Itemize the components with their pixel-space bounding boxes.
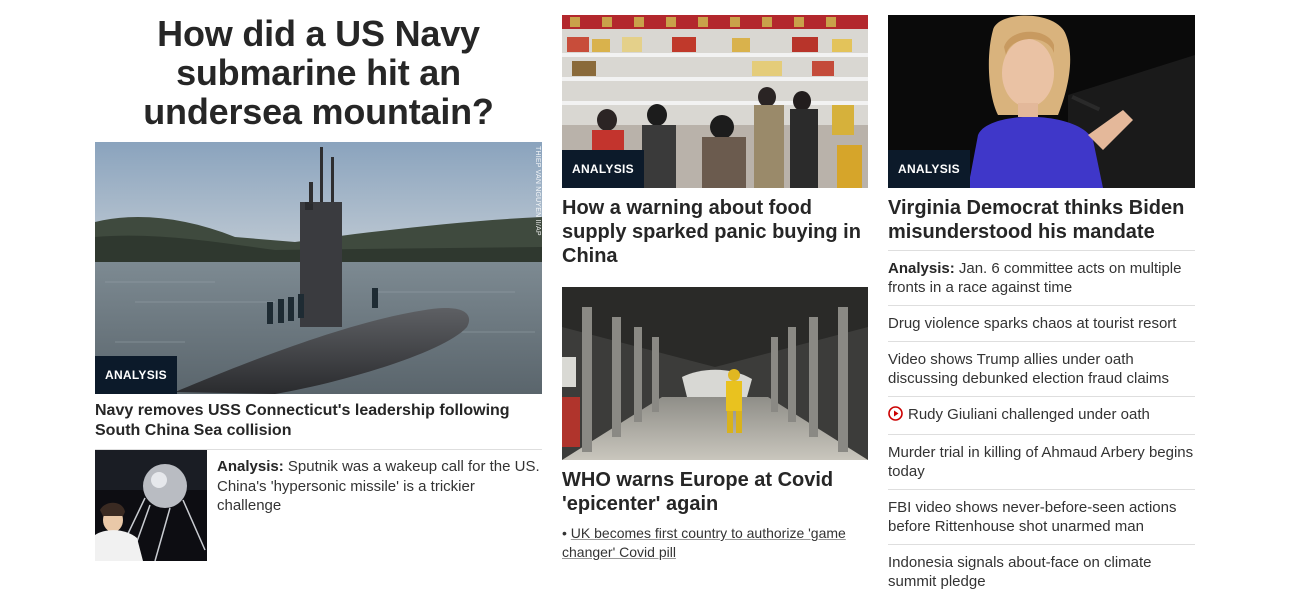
analysis-story: Analysis: Sputnik was a wakeup call for …	[95, 450, 542, 561]
list-item-text: Rudy Giuliani challenged under oath	[908, 406, 1150, 423]
virginia-democrat-headline[interactable]: Virginia Democrat thinks Biden misunders…	[888, 196, 1195, 244]
hero-headline[interactable]: Navy removes USS Connecticut's leadershi…	[95, 401, 542, 441]
lead-headline[interactable]: How did a US Navy submarine hit an under…	[95, 14, 542, 142]
covid-pill-text: UK becomes first country to authorize 'g…	[562, 525, 846, 560]
bullet-marker: •	[562, 525, 567, 541]
list-item-text: Murder trial in killing of Ahmaud Arbery…	[888, 444, 1194, 480]
china-food-image-link[interactable]: ANALYSIS	[562, 15, 868, 188]
photo-credit: THIEP VAN NGUYEN II/AP	[534, 146, 541, 236]
covid-europe-headline[interactable]: WHO warns Europe at Covid 'epicenter' ag…	[562, 468, 868, 516]
list-item[interactable]: FBI video shows never-before-seen action…	[888, 489, 1195, 544]
play-circle-icon	[888, 406, 903, 426]
list-item-text: Video shows Trump allies under oath disc…	[888, 351, 1169, 387]
sputnik-photo	[95, 450, 207, 561]
list-item-text: Drug violence sparks chaos at tourist re…	[888, 315, 1177, 332]
headline-list: Analysis: Jan. 6 committee acts on multi…	[888, 250, 1195, 599]
covid-europe-image-link[interactable]	[562, 287, 868, 460]
list-item[interactable]: Murder trial in killing of Ahmaud Arbery…	[888, 434, 1195, 489]
list-item[interactable]: Analysis: Jan. 6 committee acts on multi…	[888, 250, 1195, 305]
submarine-image-link[interactable]: THIEP VAN NGUYEN II/AP ANALYSIS	[95, 142, 542, 394]
list-item[interactable]: Video shows Trump allies under oath disc…	[888, 341, 1195, 396]
analysis-label: Analysis:	[888, 260, 955, 277]
list-item-video[interactable]: Rudy Giuliani challenged under oath	[888, 396, 1195, 434]
lead-column: How did a US Navy submarine hit an under…	[95, 0, 542, 561]
analysis-badge: ANALYSIS	[562, 150, 644, 188]
sputnik-thumbnail[interactable]	[95, 450, 207, 561]
analysis-link[interactable]: Analysis: Sputnik was a wakeup call for …	[217, 457, 542, 561]
list-item-text: FBI video shows never-before-seen action…	[888, 499, 1177, 535]
analysis-badge: ANALYSIS	[888, 150, 970, 188]
disinfection-photo	[562, 287, 868, 460]
covid-pill-link[interactable]: • UK becomes first country to authorize …	[562, 524, 868, 562]
middle-column: ANALYSIS How a warning about food supply…	[562, 0, 868, 562]
analysis-label: Analysis:	[217, 458, 284, 475]
china-food-headline[interactable]: How a warning about food supply sparked …	[562, 196, 868, 268]
analysis-badge: ANALYSIS	[95, 356, 177, 394]
list-item[interactable]: Drug violence sparks chaos at tourist re…	[888, 305, 1195, 341]
right-column: ANALYSIS Virginia Democrat thinks Biden …	[888, 0, 1195, 599]
list-item-text: Indonesia signals about-face on climate …	[888, 554, 1152, 590]
virginia-democrat-image-link[interactable]: ANALYSIS	[888, 15, 1195, 188]
list-item[interactable]: Indonesia signals about-face on climate …	[888, 544, 1195, 599]
